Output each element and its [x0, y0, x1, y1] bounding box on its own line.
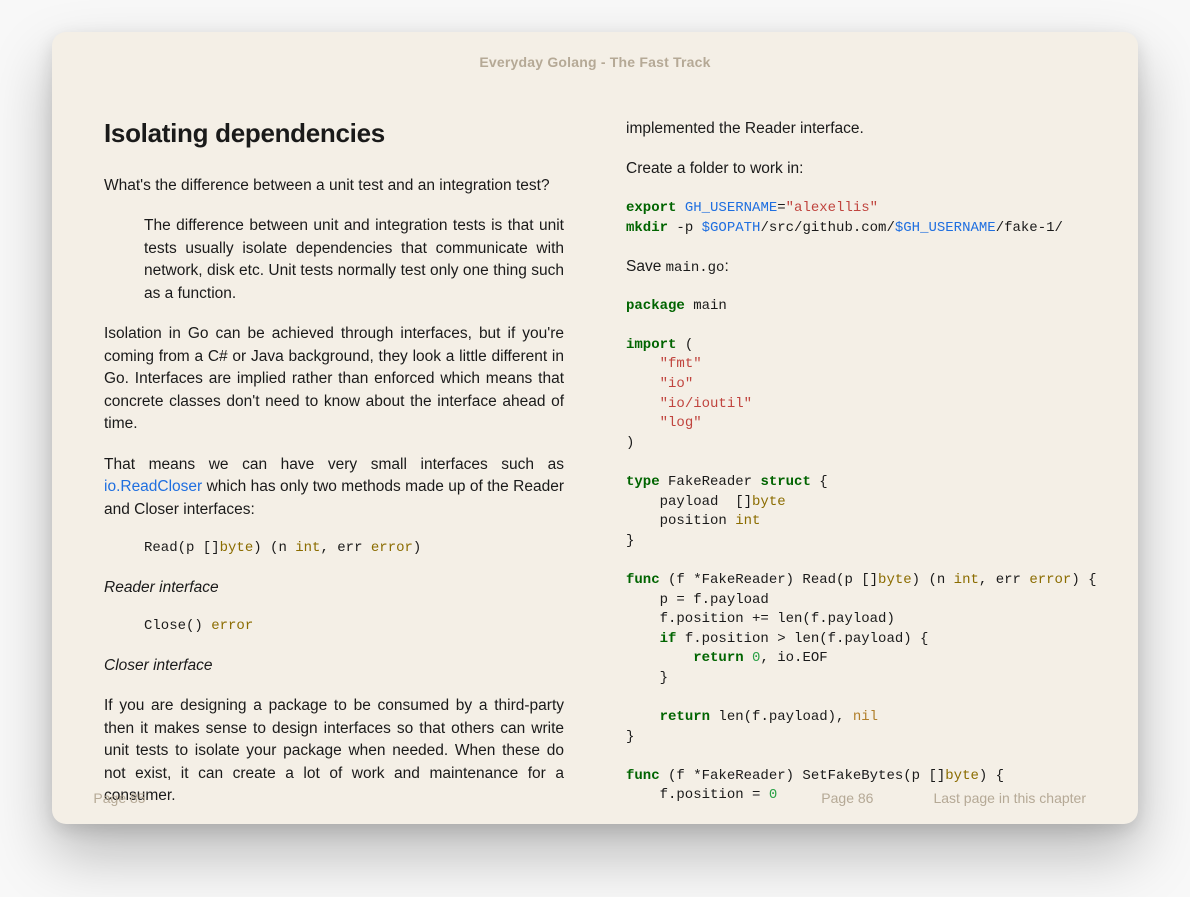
code-shell: export GH_USERNAME="alexellis" mkdir -p … [626, 199, 1086, 238]
left-column: Isolating dependencies What's the differ… [104, 118, 564, 824]
book-page: Everyday Golang - The Fast Track Isolati… [52, 32, 1138, 824]
book-title: Everyday Golang - The Fast Track [104, 54, 1086, 70]
chapter-end-label: Last page in this chapter [933, 790, 1086, 806]
two-column-layout: Isolating dependencies What's the differ… [104, 118, 1086, 824]
interface-label: Reader interface [104, 577, 564, 599]
link-io-readcloser[interactable]: io.ReadCloser [104, 478, 202, 495]
code-reader-signature: Read(p []byte) (n int, err error) [144, 539, 564, 559]
paragraph: Save main.go: [626, 256, 1086, 278]
text: Save [626, 258, 666, 275]
text: : [724, 258, 728, 275]
viewport: Everyday Golang - The Fast Track Isolati… [0, 0, 1190, 897]
paragraph: That means we can have very small interf… [104, 454, 564, 521]
page-number-right: Page 86 [821, 790, 873, 806]
paragraph: Create a folder to work in: [626, 158, 1086, 180]
text: That means we can have very small interf… [104, 456, 564, 473]
page-number-left: Page 85 [52, 790, 365, 806]
paragraph: What's the difference between a unit tes… [104, 175, 564, 197]
right-column: implemented the Reader interface. Create… [626, 118, 1086, 824]
page-footer: Page 85 Page 86 Last page in this chapte… [52, 790, 1138, 806]
code-go-source: package main import ( "fmt" "io" "io/iou… [626, 297, 1086, 806]
blockquote: The difference between unit and integrat… [144, 215, 564, 305]
inline-code: main.go [666, 260, 725, 276]
paragraph: implemented the Reader interface. [626, 118, 1086, 140]
paragraph: Isolation in Go can be achieved through … [104, 323, 564, 435]
section-heading: Isolating dependencies [104, 118, 564, 149]
interface-label: Closer interface [104, 655, 564, 677]
code-closer-signature: Close() error [144, 617, 564, 637]
